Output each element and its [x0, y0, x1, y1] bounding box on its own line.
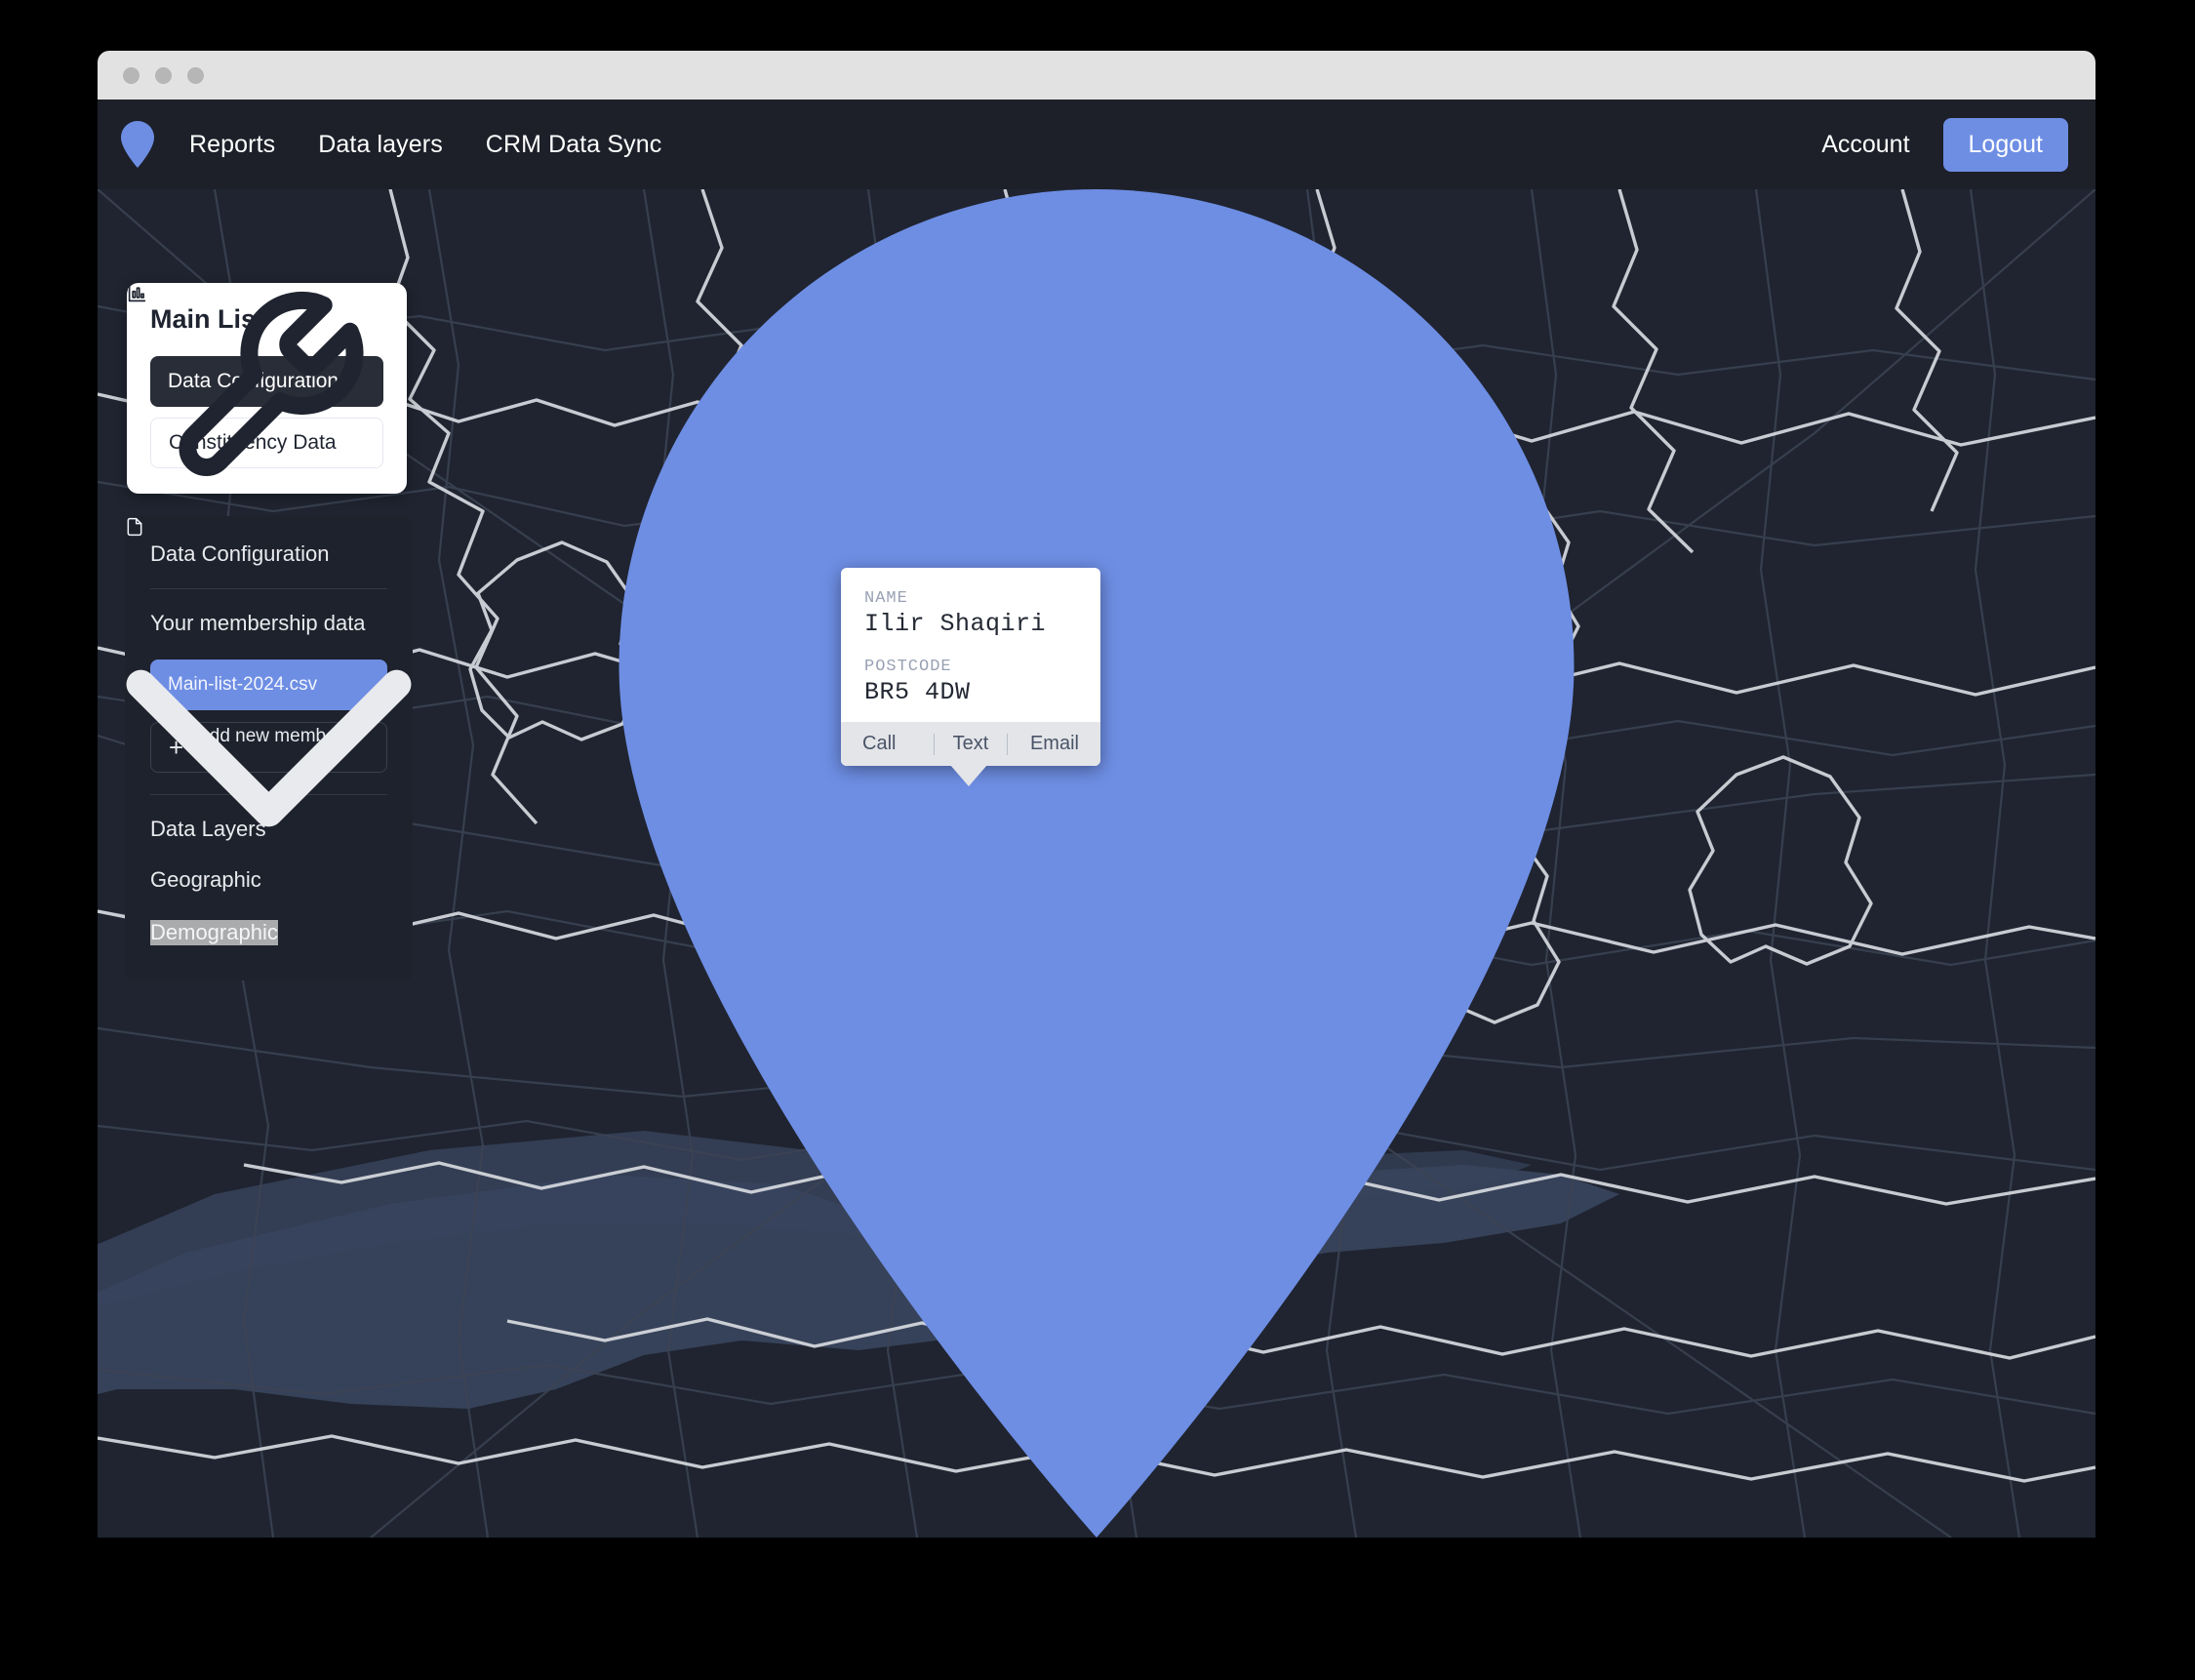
- main-list-card: Main List Data Configuration Constituenc…: [127, 283, 407, 494]
- window-titlebar: [98, 51, 2095, 100]
- map-canvas[interactable]: MAN Main List Data Configuration Constit…: [98, 189, 2095, 1538]
- name-field-value: Ilir Shaqiri: [864, 610, 1077, 638]
- maximize-window-button[interactable]: [187, 67, 204, 84]
- wrench-icon[interactable]: [127, 283, 407, 494]
- minimize-window-button[interactable]: [155, 67, 172, 84]
- main-list-header: Main List: [150, 304, 383, 335]
- logout-button[interactable]: Logout: [1943, 118, 2068, 172]
- top-navbar: Reports Data layers CRM Data Sync Accoun…: [98, 100, 2095, 189]
- nav-right-group: Account Logout: [1821, 118, 2068, 172]
- member-popup-actions: Call Text Email: [841, 722, 1100, 766]
- text-action[interactable]: Text: [935, 733, 1006, 755]
- account-link[interactable]: Account: [1821, 131, 1909, 159]
- name-field-label: NAME: [864, 589, 1077, 608]
- bar-chart-icon: [127, 283, 147, 303]
- nav-link-crm-data-sync[interactable]: CRM Data Sync: [486, 131, 662, 159]
- nav-links: Reports Data layers CRM Data Sync: [189, 131, 661, 159]
- map-pin-icon[interactable]: [121, 121, 154, 168]
- nav-link-reports[interactable]: Reports: [189, 131, 275, 159]
- call-action[interactable]: Call: [862, 733, 934, 755]
- member-popup: NAME Ilir Shaqiri POSTCODE BR5 4DW Call …: [841, 568, 1100, 766]
- close-window-button[interactable]: [123, 67, 140, 84]
- browser-window: Reports Data layers CRM Data Sync Accoun…: [98, 51, 2095, 1538]
- nav-link-data-layers[interactable]: Data layers: [318, 131, 443, 159]
- email-action[interactable]: Email: [1008, 733, 1079, 755]
- popup-tail: [950, 765, 987, 786]
- postcode-field-label: POSTCODE: [864, 658, 1077, 676]
- postcode-field-value: BR5 4DW: [864, 678, 1077, 706]
- member-popup-body: NAME Ilir Shaqiri POSTCODE BR5 4DW: [841, 568, 1100, 722]
